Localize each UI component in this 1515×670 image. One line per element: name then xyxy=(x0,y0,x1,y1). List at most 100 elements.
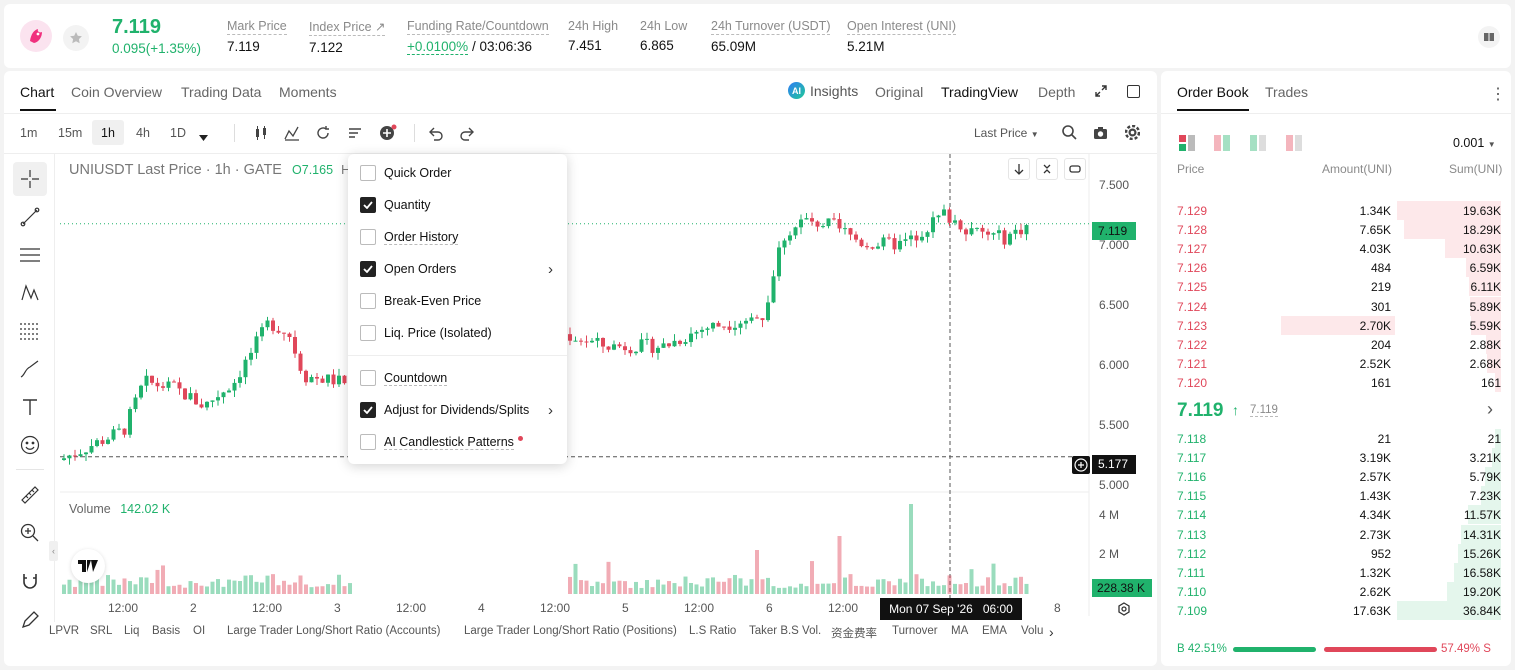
time-axis-label: 2 xyxy=(190,601,197,615)
order-book-row[interactable]: 7.128 7.65K 18.29K xyxy=(1161,220,1511,240)
volume-bar xyxy=(656,579,660,594)
tab-order-book[interactable]: Order Book xyxy=(1177,84,1249,100)
order-book-row[interactable]: 7.111 1.32K 16.58K xyxy=(1161,562,1511,582)
view-asks-icon[interactable] xyxy=(1286,135,1302,154)
view-both-icon[interactable] xyxy=(1179,135,1195,154)
collapse-button[interactable] xyxy=(1036,158,1058,180)
menu-item[interactable]: Order History xyxy=(348,221,567,253)
order-amount: 2.73K xyxy=(1359,527,1391,542)
order-book-row[interactable]: 7.120 161 161 xyxy=(1161,372,1511,392)
menu-item-label: Open Orders xyxy=(384,262,457,276)
checkbox[interactable] xyxy=(360,165,376,181)
arrow-down-button[interactable] xyxy=(1008,158,1030,180)
indicator-1[interactable]: SRL xyxy=(90,625,112,637)
menu-item[interactable]: Countdown xyxy=(348,362,567,394)
candle xyxy=(749,313,754,324)
time-axis-label: 12:00 xyxy=(396,601,427,615)
checkbox[interactable] xyxy=(360,293,376,309)
volume-bar xyxy=(183,587,187,594)
candle xyxy=(276,325,281,334)
order-book-row[interactable]: 7.121 2.52K 2.68K xyxy=(1161,353,1511,373)
order-book-row[interactable]: 7.112 952 15.26K xyxy=(1161,543,1511,563)
checkbox[interactable] xyxy=(360,434,376,450)
indicator-13[interactable]: Volu xyxy=(1021,625,1043,637)
menu-item[interactable]: Liq. Price (Isolated) xyxy=(348,317,567,349)
favorite-star-icon[interactable] xyxy=(63,25,89,51)
stat-index-price[interactable]: Index Price ↗ 7.122 xyxy=(309,19,386,55)
checkbox-checked[interactable] xyxy=(360,402,376,418)
candle xyxy=(683,339,688,347)
volume-bar xyxy=(144,577,149,594)
indicator-2[interactable]: Liq xyxy=(124,625,139,637)
volume-bar xyxy=(755,550,759,594)
candle xyxy=(744,318,748,330)
checkbox[interactable] xyxy=(360,229,376,245)
order-book-row[interactable]: 7.125 219 6.11K xyxy=(1161,277,1511,297)
order-book-row[interactable]: 7.124 301 5.89K xyxy=(1161,296,1511,316)
swap-button[interactable] xyxy=(1064,158,1086,180)
indicator-3[interactable]: Basis xyxy=(152,625,180,637)
volume-bar xyxy=(612,581,616,594)
precision-select[interactable]: 0.001 ▼ xyxy=(1453,136,1496,150)
indicator-12[interactable]: EMA xyxy=(982,625,1007,637)
volume-bar xyxy=(243,575,248,594)
candle xyxy=(854,231,858,243)
order-sum: 7.23K xyxy=(1469,489,1501,504)
chevron-right-icon: › xyxy=(548,401,553,419)
order-book-row[interactable]: 7.127 4.03K 10.63K xyxy=(1161,239,1511,259)
indicator-9[interactable]: 资金费率 xyxy=(831,625,877,641)
tab-trades[interactable]: Trades xyxy=(1265,84,1308,100)
order-book-row[interactable]: 7.116 2.57K 5.79K xyxy=(1161,467,1511,487)
order-book-row[interactable]: 7.129 1.34K 19.63K xyxy=(1161,201,1511,220)
chart-legend: UNIUSDT Last Price · 1h · GATE O7.165 H xyxy=(69,162,351,178)
volume-bar xyxy=(887,581,891,594)
menu-item[interactable]: Adjust for Dividends/Splits › xyxy=(348,394,567,426)
add-alert-plus-icon[interactable] xyxy=(1072,456,1090,474)
order-book-row[interactable]: 7.114 4.34K 11.57K xyxy=(1161,505,1511,525)
indicator-10[interactable]: Turnover xyxy=(892,625,938,637)
chevron-right-icon: › xyxy=(548,260,553,278)
chevron-right-icon[interactable]: › xyxy=(1487,399,1493,420)
stat-mark-price: Mark Price 7.119 xyxy=(227,19,287,54)
checkbox[interactable] xyxy=(360,325,376,341)
volume-bar xyxy=(62,584,66,594)
candle xyxy=(205,401,209,411)
indicator-4[interactable]: OI xyxy=(193,625,205,637)
indicator-8[interactable]: Taker B.S Vol. xyxy=(749,625,821,637)
order-book-row[interactable]: 7.126 484 6.59K xyxy=(1161,258,1511,278)
time-axis-settings-icon[interactable] xyxy=(1117,602,1131,619)
volume-bar xyxy=(282,580,286,594)
book-icon[interactable] xyxy=(1478,26,1500,48)
volume-bar xyxy=(964,583,968,594)
order-book-row[interactable]: 7.110 2.62K 19.20K xyxy=(1161,581,1511,601)
order-book-row[interactable]: 7.109 17.63K 36.84K xyxy=(1161,600,1511,620)
indicator-bar-next-icon[interactable]: › xyxy=(1049,624,1054,640)
order-book-row[interactable]: 7.123 2.70K 5.59K xyxy=(1161,315,1511,335)
indicator-6[interactable]: Large Trader Long/Short Ratio (Positions… xyxy=(464,625,677,637)
checkbox-checked[interactable] xyxy=(360,261,376,277)
view-split-icon[interactable] xyxy=(1214,135,1230,154)
order-book-row[interactable]: 7.117 3.19K 3.21K xyxy=(1161,448,1511,468)
checkbox-checked[interactable] xyxy=(360,197,376,213)
order-book-row[interactable]: 7.122 204 2.88K xyxy=(1161,334,1511,354)
more-vertical-icon[interactable]: ⋮ xyxy=(1490,84,1506,104)
menu-item[interactable]: Quick Order xyxy=(348,157,567,189)
order-book-row[interactable]: 7.113 2.73K 14.31K xyxy=(1161,524,1511,544)
menu-item[interactable]: Break-Even Price xyxy=(348,285,567,317)
candlestick-chart[interactable] xyxy=(4,71,1157,666)
menu-item[interactable]: AI Candlestick Patterns xyxy=(348,426,567,458)
indicator-7[interactable]: L.S Ratio xyxy=(689,625,736,637)
indicator-5[interactable]: Large Trader Long/Short Ratio (Accounts) xyxy=(227,625,441,637)
indicator-0[interactable]: LPVR xyxy=(49,625,79,637)
menu-item[interactable]: Quantity xyxy=(348,189,567,221)
menu-item[interactable]: Open Orders › xyxy=(348,253,567,285)
order-book-row[interactable]: 7.115 1.43K 7.23K xyxy=(1161,486,1511,506)
order-book-row[interactable]: 7.118 21 21 xyxy=(1161,429,1511,448)
view-bids-icon[interactable] xyxy=(1250,135,1266,154)
checkbox[interactable] xyxy=(360,370,376,386)
indicator-11[interactable]: MA xyxy=(951,625,968,637)
chevron-down-icon: ▼ xyxy=(1487,140,1496,149)
candle xyxy=(122,428,127,438)
volume-bar xyxy=(238,581,242,594)
volume-bar xyxy=(617,580,622,594)
